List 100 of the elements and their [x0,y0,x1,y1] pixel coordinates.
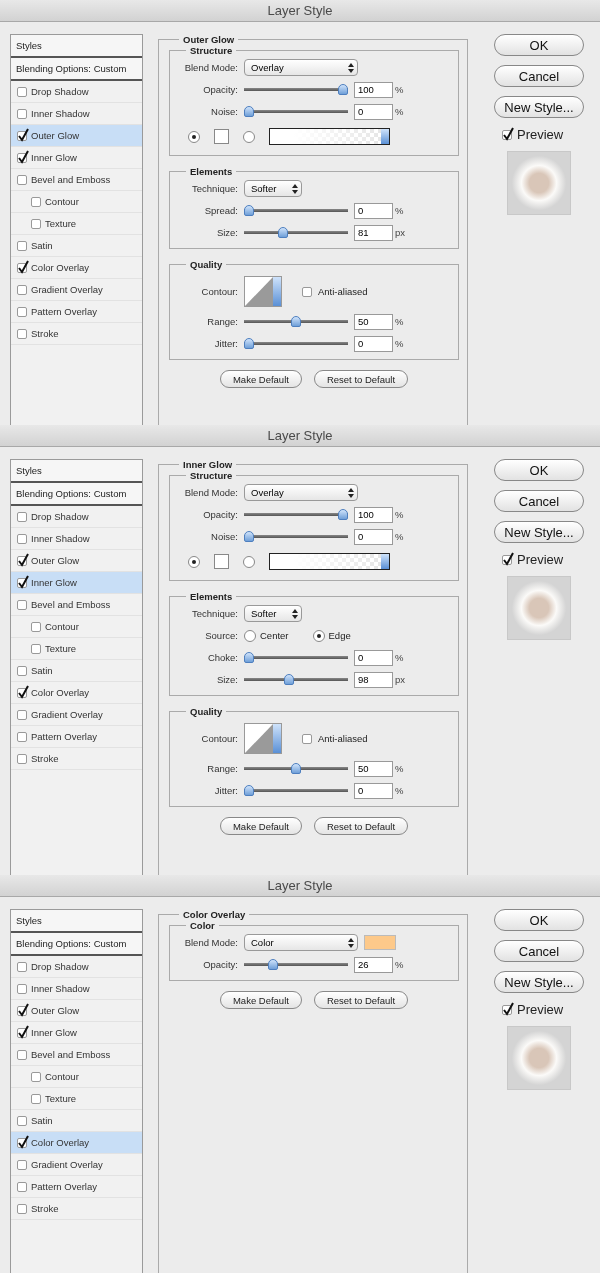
checkbox[interactable] [17,328,27,339]
radio-button[interactable] [244,629,256,642]
checkbox[interactable] [17,753,27,764]
color-swatch[interactable] [214,554,229,569]
slider-thumb[interactable] [277,227,288,238]
dropdown[interactable]: Overlay [244,59,358,76]
checkbox[interactable] [17,555,27,566]
blending-options-item[interactable]: Blending Options: Custom [11,483,142,506]
style-list-item[interactable]: Satin [11,235,142,257]
checkbox[interactable] [17,240,27,251]
checkbox[interactable] [17,284,27,295]
style-list-item[interactable]: Contour [11,1066,142,1088]
checkbox[interactable] [302,286,312,297]
dropdown[interactable]: Softer [244,605,302,622]
style-list-item[interactable]: Gradient Overlay [11,704,142,726]
checkbox[interactable] [302,733,312,744]
radio-button[interactable] [243,130,255,143]
checkbox[interactable] [17,1049,27,1060]
checkbox[interactable] [17,665,27,676]
dropdown[interactable]: Overlay [244,484,358,501]
dialog-button[interactable]: New Style... [494,96,584,118]
slider-thumb[interactable] [284,674,295,685]
style-list-item[interactable]: Gradient Overlay [11,279,142,301]
style-list-item[interactable]: Bevel and Emboss [11,169,142,191]
contour-picker[interactable] [244,276,282,307]
value-field[interactable]: 0 [354,103,393,120]
value-field[interactable]: 0 [354,649,393,666]
dialog-button[interactable]: Cancel [494,65,584,87]
blending-options-item[interactable]: Blending Options: Custom [11,58,142,81]
checkbox[interactable] [17,983,27,994]
style-list-item[interactable]: Inner Glow [11,1022,142,1044]
style-list-item[interactable]: Stroke [11,748,142,770]
style-list-item[interactable]: Stroke [11,323,142,345]
checkbox[interactable] [17,130,27,141]
checkbox[interactable] [31,643,41,654]
value-field[interactable]: 98 [354,671,393,688]
dialog-button[interactable]: OK [494,459,584,481]
style-list-item[interactable]: Inner Shadow [11,528,142,550]
style-list-item[interactable]: Contour [11,616,142,638]
radio-button[interactable] [188,130,200,143]
dialog-button[interactable]: Cancel [494,490,584,512]
checkbox[interactable] [17,961,27,972]
style-list-item[interactable]: Texture [11,213,142,235]
checkbox[interactable] [31,1071,41,1082]
style-list-item[interactable]: Satin [11,660,142,682]
checkbox[interactable] [17,709,27,720]
checkbox[interactable] [502,554,512,565]
value-field[interactable]: 50 [354,760,393,777]
checkbox[interactable] [502,129,512,140]
checkbox[interactable] [31,1093,41,1104]
checkbox[interactable] [17,1115,27,1126]
panel-button[interactable]: Make Default [219,991,302,1009]
style-list-item[interactable]: Pattern Overlay [11,726,142,748]
gradient-picker[interactable] [269,128,390,145]
slider-thumb[interactable] [244,785,254,796]
checkbox[interactable] [17,1027,27,1038]
style-list-item[interactable]: Texture [11,1088,142,1110]
style-list-item[interactable]: Outer Glow [11,1000,142,1022]
style-list-item[interactable]: Drop Shadow [11,956,142,978]
checkbox[interactable] [17,174,27,185]
dropdown[interactable]: Color [244,934,358,951]
slider-thumb[interactable] [244,652,254,663]
dialog-button[interactable]: OK [494,34,584,56]
slider-thumb[interactable] [291,763,301,774]
checkbox[interactable] [17,511,27,522]
checkbox[interactable] [17,86,27,97]
style-list-item[interactable]: Color Overlay [11,257,142,279]
style-list-item[interactable]: Bevel and Emboss [11,1044,142,1066]
value-field[interactable]: 0 [354,335,393,352]
gradient-picker[interactable] [269,553,390,570]
checkbox[interactable] [17,108,27,119]
checkbox[interactable] [17,1005,27,1016]
checkbox[interactable] [17,1203,27,1214]
value-field[interactable]: 0 [354,202,393,219]
panel-button[interactable]: Reset to Default [313,817,409,835]
slider-thumb[interactable] [338,509,348,520]
dialog-button[interactable]: OK [494,909,584,931]
style-list-item[interactable]: Drop Shadow [11,506,142,528]
slider-thumb[interactable] [244,531,254,542]
dropdown[interactable]: Softer [244,180,302,197]
color-swatch[interactable] [214,129,229,144]
radio-button[interactable] [243,555,255,568]
style-list-item[interactable]: Outer Glow [11,125,142,147]
styles-header[interactable]: Styles [11,35,142,58]
dialog-button[interactable]: Cancel [494,940,584,962]
style-list-item[interactable]: Inner Glow [11,572,142,594]
panel-button[interactable]: Make Default [219,370,302,388]
checkbox[interactable] [17,687,27,698]
checkbox[interactable] [17,577,27,588]
value-field[interactable]: 100 [354,81,393,98]
style-list-item[interactable]: Color Overlay [11,1132,142,1154]
style-list-item[interactable]: Pattern Overlay [11,301,142,323]
style-list-item[interactable]: Bevel and Emboss [11,594,142,616]
checkbox[interactable] [17,599,27,610]
panel-button[interactable]: Make Default [219,817,302,835]
style-list-item[interactable]: Texture [11,638,142,660]
radio-button[interactable] [312,629,325,642]
value-field[interactable]: 26 [354,956,393,973]
checkbox[interactable] [17,1159,27,1170]
styles-header[interactable]: Styles [11,460,142,483]
